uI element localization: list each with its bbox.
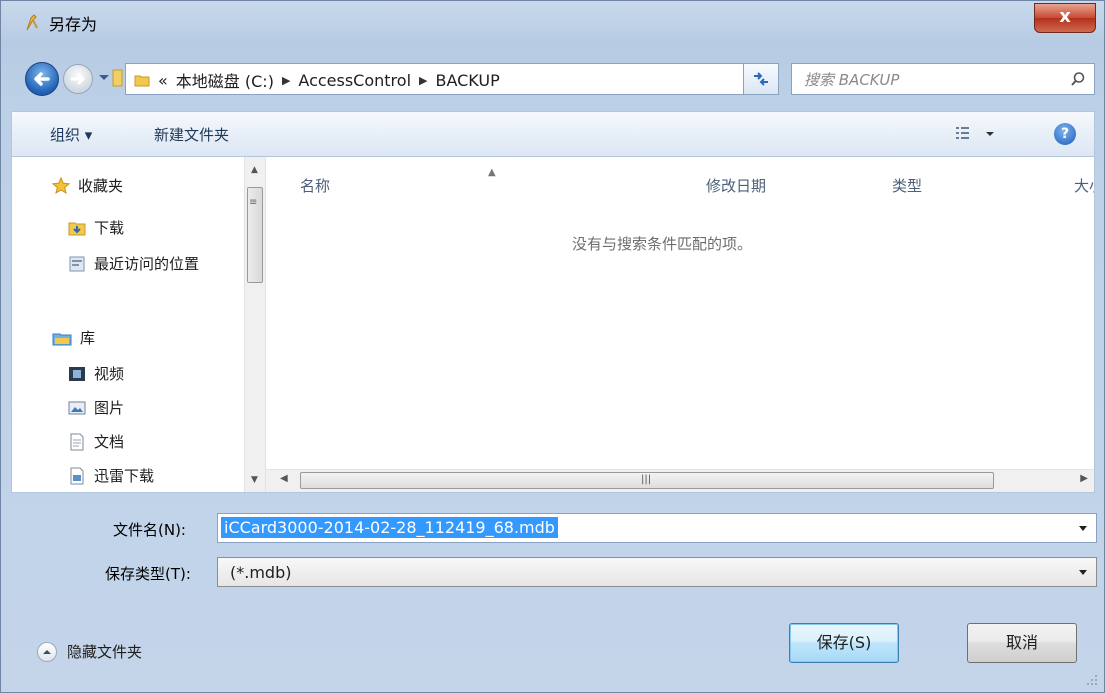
command-toolbar: 组织 ▾ 新建文件夹 ? <box>11 111 1095 157</box>
nav-item-videos[interactable]: 视频 <box>68 363 124 384</box>
back-arrow-icon <box>34 72 50 86</box>
breadcrumb-backup[interactable]: BACKUP <box>435 71 499 90</box>
save-as-dialog: 另存为 x « 本地磁盘 (C:) ▶ AccessControl ▶ BACK… <box>0 0 1105 693</box>
cancel-button[interactable]: 取消 <box>967 623 1077 663</box>
breadcrumb-drive[interactable]: 本地磁盘 (C:) <box>176 68 274 92</box>
close-button[interactable]: x <box>1034 3 1096 33</box>
column-header-type[interactable]: 类型 <box>892 175 922 196</box>
libraries-icon <box>52 333 72 345</box>
scroll-down-arrow-icon[interactable]: ▼ <box>251 475 258 485</box>
scroll-grip-icon: ≡ <box>249 197 258 208</box>
filetype-selected-value: (*.mdb) <box>230 563 292 582</box>
nav-label: 库 <box>80 329 96 347</box>
nav-label: 文档 <box>94 433 125 451</box>
filetype-label: 保存类型(T): <box>105 565 191 583</box>
forward-arrow-icon <box>70 73 85 85</box>
filetype-select[interactable]: (*.mdb) <box>217 557 1097 587</box>
back-button[interactable] <box>25 62 59 96</box>
save-button[interactable]: 保存(S) <box>789 623 899 663</box>
chevron-down-icon[interactable] <box>1078 525 1088 533</box>
scroll-left-arrow-icon[interactable]: ◀ <box>280 473 288 484</box>
change-view-icon[interactable] <box>952 122 1008 146</box>
nav-label: 最近访问的位置 <box>94 255 200 273</box>
nav-label: 下载 <box>94 219 125 237</box>
column-header-name[interactable]: 名称 <box>300 175 330 196</box>
new-folder-button[interactable]: 新建文件夹 <box>154 124 229 145</box>
star-icon <box>52 176 70 194</box>
nav-item-libraries[interactable]: 库 <box>52 327 95 348</box>
navigation-scrollbar[interactable]: ▲ ≡ ▼ <box>244 157 266 492</box>
refresh-button[interactable] <box>743 63 779 95</box>
navigation-bar: « 本地磁盘 (C:) ▶ AccessControl ▶ BACKUP <box>1 57 1104 101</box>
filename-label: 文件名(N): <box>113 521 186 539</box>
history-dropdown-icon[interactable] <box>95 65 123 91</box>
folder-icon <box>134 75 150 87</box>
collapse-icon <box>37 641 57 662</box>
breadcrumb-prefix[interactable]: « <box>158 71 168 90</box>
scroll-right-arrow-icon[interactable]: ▶ <box>1080 473 1088 484</box>
organize-button[interactable]: 组织 ▾ <box>50 124 92 145</box>
nav-item-documents[interactable]: 文档 <box>68 431 124 452</box>
navigation-pane: 收藏夹 下载 最近访问的位置 库 视频 图片 文档 迅雷下载 <box>12 157 244 492</box>
nav-item-favorites[interactable]: 收藏夹 <box>52 175 123 196</box>
window-title: 另存为 <box>49 15 98 34</box>
column-header-modified[interactable]: 修改日期 <box>706 175 766 196</box>
chevron-down-icon[interactable] <box>1078 569 1088 577</box>
search-icon[interactable] <box>1070 71 1086 87</box>
help-icon[interactable]: ? <box>1054 123 1076 145</box>
filename-selected-text[interactable]: iCCard3000-2014-02-28_112419_68.mdb <box>221 517 558 538</box>
title-bar: 另存为 x <box>1 1 1104 41</box>
breadcrumb-separator-icon[interactable]: ▶ <box>282 74 290 87</box>
nav-label: 图片 <box>94 399 125 417</box>
file-list[interactable]: ▲ 名称 修改日期 类型 大小 没有与搜索条件匹配的项。 ◀ ||| ▶ <box>266 157 1094 492</box>
scroll-up-arrow-icon[interactable]: ▲ <box>251 165 258 175</box>
pen-icon <box>26 14 38 31</box>
search-input[interactable] <box>802 68 1056 92</box>
breadcrumb-accesscontrol[interactable]: AccessControl <box>298 71 411 90</box>
documents-icon <box>70 433 84 450</box>
resize-grip-icon[interactable] <box>1084 672 1098 686</box>
nav-label: 迅雷下载 <box>94 467 155 485</box>
breadcrumb-separator-icon[interactable]: ▶ <box>419 74 427 87</box>
nav-item-downloads[interactable]: 下载 <box>68 217 124 238</box>
search-box[interactable] <box>791 63 1095 95</box>
thunder-downloads-icon <box>70 467 84 484</box>
video-icon <box>69 366 85 381</box>
filename-field[interactable]: iCCard3000-2014-02-28_112419_68.mdb <box>217 513 1097 543</box>
hide-folders-toggle[interactable]: 隐藏文件夹 <box>37 641 142 662</box>
nav-item-thunder-downloads[interactable]: 迅雷下载 <box>68 465 154 486</box>
nav-label: 视频 <box>94 365 125 383</box>
forward-button[interactable] <box>63 64 93 94</box>
pictures-icon <box>68 401 86 414</box>
horizontal-scroll-thumb[interactable]: ||| <box>300 472 994 489</box>
column-header-size[interactable]: 大小 <box>1074 175 1094 196</box>
hide-folders-label: 隐藏文件夹 <box>67 643 143 661</box>
downloads-folder-icon <box>68 222 86 235</box>
horizontal-scrollbar[interactable]: ◀ ||| ▶ <box>266 469 1094 492</box>
browser-area: 收藏夹 下载 最近访问的位置 库 视频 图片 文档 迅雷下载 ▲ ≡ ▼ ▲ 名… <box>11 157 1095 493</box>
sort-ascending-icon: ▲ <box>488 167 496 178</box>
nav-label: 收藏夹 <box>78 177 124 195</box>
address-bar[interactable]: « 本地磁盘 (C:) ▶ AccessControl ▶ BACKUP <box>125 63 769 95</box>
refresh-icon <box>754 72 768 86</box>
scroll-grip-icon: ||| <box>641 474 652 485</box>
nav-item-pictures[interactable]: 图片 <box>68 397 124 418</box>
empty-list-message: 没有与搜索条件匹配的项。 <box>572 235 753 253</box>
nav-item-recent-places[interactable]: 最近访问的位置 <box>68 253 199 274</box>
recent-places-icon <box>69 256 85 271</box>
breadcrumb: « 本地磁盘 (C:) ▶ AccessControl ▶ BACKUP <box>134 69 500 91</box>
